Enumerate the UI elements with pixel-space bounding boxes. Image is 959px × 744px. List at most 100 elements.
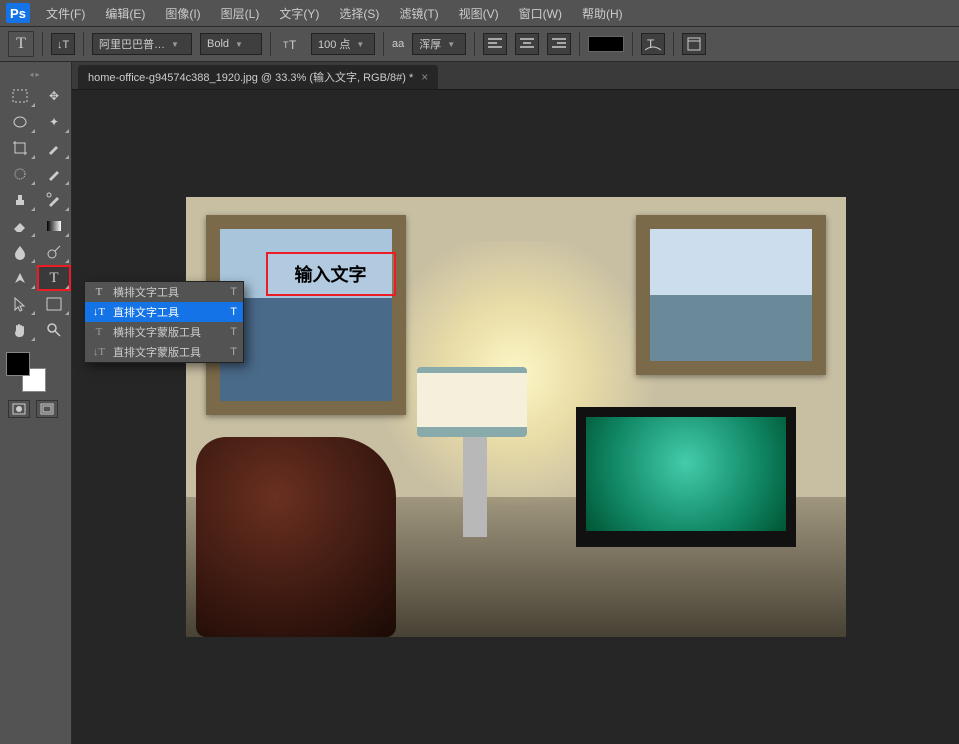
panel-icon <box>687 37 701 51</box>
align-left-button[interactable] <box>483 33 507 55</box>
lasso-tool[interactable] <box>4 110 36 134</box>
close-icon[interactable]: × <box>421 70 428 84</box>
horizontal-type-mask-icon: T <box>91 326 107 338</box>
align-center-button[interactable] <box>515 33 539 55</box>
antialias-value: 浑厚 <box>419 36 441 52</box>
menu-help[interactable]: 帮助(H) <box>572 1 633 26</box>
menu-bar: Ps 文件(F) 编辑(E) 图像(I) 图层(L) 文字(Y) 选择(S) 滤… <box>0 0 959 26</box>
eyedropper-tool[interactable] <box>38 136 70 160</box>
dodge-tool[interactable] <box>38 240 70 264</box>
blur-tool[interactable] <box>4 240 36 264</box>
healing-brush-tool[interactable] <box>4 162 36 186</box>
separator <box>83 32 84 56</box>
font-family-value: 阿里巴巴普… <box>99 36 165 52</box>
screen-mode-row <box>0 392 71 426</box>
font-size-value: 100 点 <box>318 36 350 52</box>
color-swatches[interactable] <box>6 352 46 392</box>
canvas-image[interactable]: 输入文字 <box>186 197 846 637</box>
menu-edit[interactable]: 编辑(E) <box>95 1 155 26</box>
image-chair <box>196 437 396 637</box>
warp-text-button[interactable]: T <box>641 33 665 55</box>
svg-text:T: T <box>647 37 655 51</box>
eraser-tool[interactable] <box>4 214 36 238</box>
gradient-tool[interactable] <box>38 214 70 238</box>
size-tt-icon: TT <box>283 37 299 51</box>
separator <box>383 32 384 56</box>
menu-select[interactable]: 选择(S) <box>329 1 389 26</box>
type-icon: T <box>49 270 58 287</box>
path-selection-tool[interactable] <box>4 292 36 316</box>
align-center-icon <box>520 38 534 50</box>
vertical-type-mask-icon: ↓T <box>91 346 107 358</box>
zoom-tool[interactable] <box>38 318 70 342</box>
document-tab-bar: home-office-g94574c388_1920.jpg @ 33.3% … <box>72 62 959 90</box>
antialias-dropdown[interactable]: 浑厚 ▼ <box>412 33 466 55</box>
text-color-swatch[interactable] <box>588 36 624 52</box>
flyout-horizontal-type-mask[interactable]: T 横排文字蒙版工具 T <box>85 322 243 342</box>
foreground-color-swatch[interactable] <box>6 352 30 376</box>
app-logo: Ps <box>6 3 30 23</box>
chevron-down-icon: ▼ <box>171 40 179 49</box>
screen-mode-button[interactable] <box>36 400 58 418</box>
pen-tool[interactable] <box>4 266 36 290</box>
wand-icon: ✦ <box>49 115 59 129</box>
antialias-label: aa <box>392 38 404 50</box>
align-right-button[interactable] <box>547 33 571 55</box>
separator <box>42 32 43 56</box>
document-tab[interactable]: home-office-g94574c388_1920.jpg @ 33.3% … <box>78 65 438 89</box>
separator <box>579 32 580 56</box>
flyout-item-shortcut: T <box>230 306 237 318</box>
canvas-area: home-office-g94574c388_1920.jpg @ 33.3% … <box>72 62 959 744</box>
svg-text:↓T: ↓T <box>57 39 70 51</box>
svg-text:T: T <box>289 38 297 51</box>
menu-file[interactable]: 文件(F) <box>36 1 95 26</box>
quick-mask-button[interactable] <box>8 400 30 418</box>
vertical-type-icon: ↓T <box>91 306 107 318</box>
separator <box>673 32 674 56</box>
type-tool[interactable]: T <box>38 266 70 290</box>
menu-image[interactable]: 图像(I) <box>155 1 210 26</box>
clone-stamp-tool[interactable] <box>4 188 36 212</box>
font-family-dropdown[interactable]: 阿里巴巴普… ▼ <box>92 33 192 55</box>
menu-type[interactable]: 文字(Y) <box>269 1 329 26</box>
flyout-item-label: 横排文字工具 <box>113 284 224 300</box>
tool-grid: ✥ ✦ T <box>0 80 71 346</box>
panel-grip[interactable]: ◂▸ <box>0 70 71 80</box>
text-orient-icon: ↓T <box>56 37 70 51</box>
menu-filter[interactable]: 滤镜(T) <box>389 1 448 26</box>
history-brush-tool[interactable] <box>38 188 70 212</box>
separator <box>270 32 271 56</box>
flyout-vertical-type[interactable]: ↓T 直排文字工具 T <box>85 302 243 322</box>
magic-wand-tool[interactable]: ✦ <box>38 110 70 134</box>
font-style-dropdown[interactable]: Bold ▼ <box>200 33 262 55</box>
text-orientation-toggle[interactable]: ↓T <box>51 33 75 55</box>
warp-icon: T <box>645 37 661 51</box>
move-tool[interactable]: ✥ <box>38 84 70 108</box>
work-area: ◂▸ ✥ ✦ T <box>0 62 959 744</box>
menu-view[interactable]: 视图(V) <box>449 1 509 26</box>
crop-tool[interactable] <box>4 136 36 160</box>
character-panel-button[interactable] <box>682 33 706 55</box>
flyout-item-label: 直排文字工具 <box>113 304 224 320</box>
flyout-vertical-type-mask[interactable]: ↓T 直排文字蒙版工具 T <box>85 342 243 362</box>
flyout-item-shortcut: T <box>230 326 237 338</box>
type-tool-flyout: T 横排文字工具 T ↓T 直排文字工具 T T 横排文字蒙版工具 T ↓T 直… <box>84 281 244 363</box>
hand-tool[interactable] <box>4 318 36 342</box>
align-right-icon <box>552 38 566 50</box>
chevron-down-icon: ▼ <box>235 40 243 49</box>
flyout-horizontal-type[interactable]: T 横排文字工具 T <box>85 282 243 302</box>
active-tool-icon[interactable]: T <box>8 31 34 57</box>
shape-tool[interactable] <box>38 292 70 316</box>
separator <box>474 32 475 56</box>
font-style-value: Bold <box>207 38 229 50</box>
chevron-down-icon: ▼ <box>356 40 364 49</box>
menu-layer[interactable]: 图层(L) <box>211 1 270 26</box>
menu-window[interactable]: 窗口(W) <box>509 1 572 26</box>
font-size-dropdown[interactable]: 100 点 ▼ <box>311 33 375 55</box>
marquee-tool[interactable] <box>4 84 36 108</box>
flyout-item-label: 横排文字蒙版工具 <box>113 324 224 340</box>
image-frame-right <box>636 215 826 375</box>
canvas-viewport[interactable]: 输入文字 <box>72 90 959 744</box>
brush-tool[interactable] <box>38 162 70 186</box>
text-layer-annotation[interactable]: 输入文字 <box>266 252 396 296</box>
